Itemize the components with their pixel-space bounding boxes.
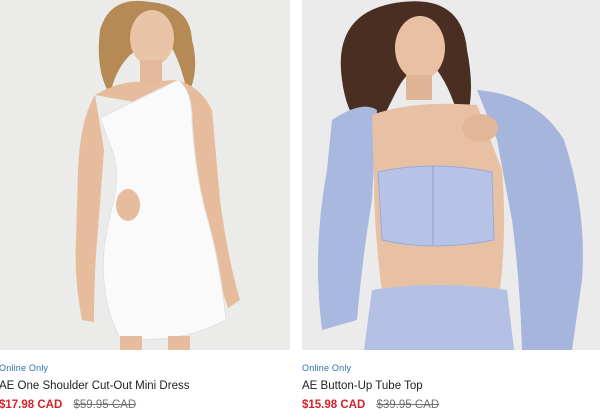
product-image[interactable] [0,0,290,350]
product-card[interactable]: Online Only AE One Shoulder Cut-Out Mini… [0,0,290,419]
product-image[interactable] [302,0,600,350]
online-only-badge: Online Only [302,363,352,373]
price-row: $17.98 CAD $59.95 CAD [0,399,136,411]
price-row: $15.98 CAD $39.95 CAD [302,399,439,411]
original-price: $39.95 CAD [376,399,440,411]
sale-price: $17.98 CAD [0,399,63,411]
product-title[interactable]: AE One Shoulder Cut-Out Mini Dress [0,380,189,392]
product-card[interactable]: Online Only AE Button-Up Tube Top $15.98… [302,0,600,419]
product-grid: Online Only AE One Shoulder Cut-Out Mini… [0,0,600,419]
online-only-badge: Online Only [0,363,49,373]
product-title[interactable]: AE Button-Up Tube Top [302,380,423,392]
original-price: $59.95 CAD [73,399,137,411]
product-photo-illustration [302,0,600,350]
product-photo-illustration [0,0,290,350]
sale-price: $15.98 CAD [302,399,366,411]
